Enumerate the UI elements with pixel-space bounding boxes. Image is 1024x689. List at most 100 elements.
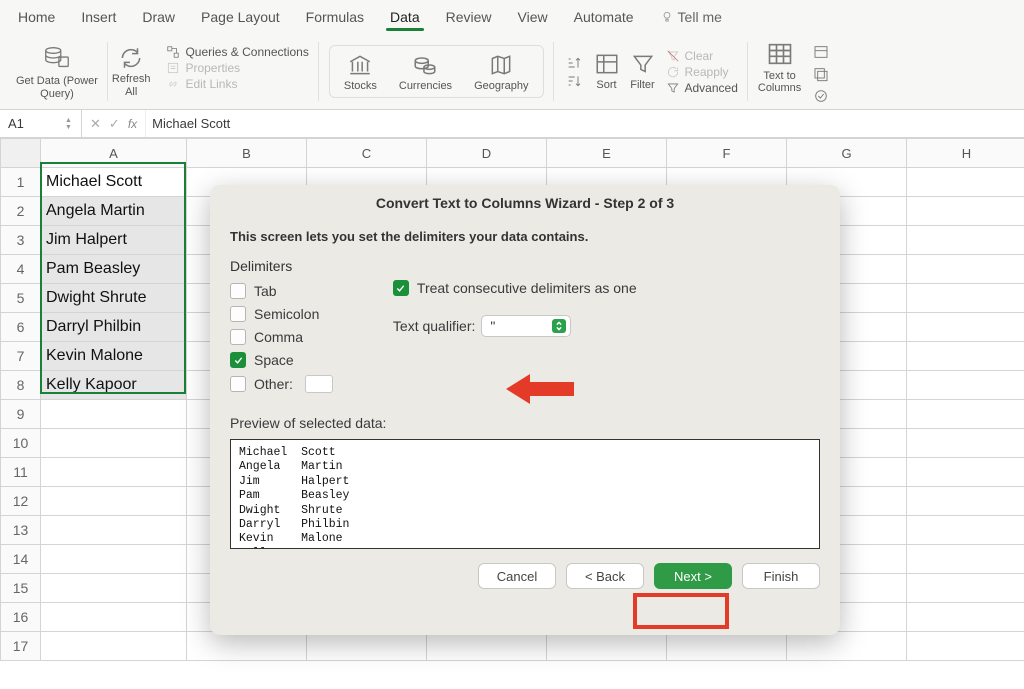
properties-button[interactable]: Properties — [166, 61, 308, 75]
remove-duplicates-icon[interactable] — [811, 66, 831, 82]
cell[interactable] — [41, 603, 187, 632]
col-header-a[interactable]: A — [41, 139, 187, 168]
clear-filter-button[interactable]: Clear — [666, 49, 738, 63]
cell[interactable] — [907, 487, 1024, 516]
enter-formula-icon[interactable]: ✓ — [109, 116, 120, 132]
cell[interactable] — [41, 574, 187, 603]
row-header[interactable]: 16 — [1, 603, 41, 632]
cell[interactable] — [41, 487, 187, 516]
delimiter-space-checkbox[interactable]: Space — [230, 352, 333, 368]
tab-insert[interactable]: Insert — [75, 6, 122, 28]
row-header[interactable]: 1 — [1, 168, 41, 197]
cell[interactable] — [547, 632, 667, 661]
cell[interactable] — [307, 632, 427, 661]
row-header[interactable]: 10 — [1, 429, 41, 458]
finish-button[interactable]: Finish — [742, 563, 820, 589]
row-header[interactable]: 3 — [1, 226, 41, 255]
cell[interactable]: Kevin Malone — [41, 342, 187, 371]
cell[interactable]: Kelly Kapoor — [41, 371, 187, 400]
cell[interactable]: Pam Beasley — [41, 255, 187, 284]
stocks-datatype-button[interactable]: Stocks — [344, 52, 377, 92]
row-header[interactable]: 4 — [1, 255, 41, 284]
queries-connections-button[interactable]: Queries & Connections — [166, 45, 308, 59]
row-header[interactable]: 5 — [1, 284, 41, 313]
col-header-d[interactable]: D — [427, 139, 547, 168]
advanced-filter-button[interactable]: Advanced — [666, 81, 738, 95]
fx-icon[interactable]: fx — [128, 117, 137, 131]
col-header-f[interactable]: F — [667, 139, 787, 168]
delimiter-comma-checkbox[interactable]: Comma — [230, 329, 333, 345]
col-header-e[interactable]: E — [547, 139, 667, 168]
tab-view[interactable]: View — [512, 6, 554, 28]
cell[interactable] — [907, 400, 1024, 429]
tab-home[interactable]: Home — [12, 6, 61, 28]
row-header[interactable]: 15 — [1, 574, 41, 603]
col-header-g[interactable]: G — [787, 139, 907, 168]
col-header-h[interactable]: H — [907, 139, 1024, 168]
col-header-c[interactable]: C — [307, 139, 427, 168]
next-button[interactable]: Next > — [654, 563, 732, 589]
tab-formulas[interactable]: Formulas — [300, 6, 370, 28]
back-button[interactable]: < Back — [566, 563, 644, 589]
treat-consecutive-checkbox[interactable]: Treat consecutive delimiters as one — [393, 280, 637, 296]
formula-input[interactable]: Michael Scott — [145, 110, 1024, 137]
text-qualifier-select[interactable]: " — [481, 315, 571, 337]
select-all-corner[interactable] — [1, 139, 41, 168]
cell[interactable] — [907, 574, 1024, 603]
tab-page-layout[interactable]: Page Layout — [195, 6, 286, 28]
filter-button[interactable]: Filter — [630, 51, 656, 91]
cell[interactable]: Michael Scott — [41, 168, 187, 197]
cell[interactable]: Darryl Philbin — [41, 313, 187, 342]
cell[interactable] — [41, 632, 187, 661]
row-header[interactable]: 11 — [1, 458, 41, 487]
cell[interactable] — [187, 632, 307, 661]
reapply-button[interactable]: Reapply — [666, 65, 738, 79]
cell[interactable] — [41, 458, 187, 487]
sort-desc-icon[interactable] — [564, 73, 584, 89]
row-header[interactable]: 17 — [1, 632, 41, 661]
cell[interactable] — [907, 458, 1024, 487]
edit-links-button[interactable]: Edit Links — [166, 77, 308, 91]
tellme-search[interactable]: Tell me — [654, 6, 728, 28]
row-header[interactable]: 6 — [1, 313, 41, 342]
refresh-all-button[interactable]: Refresh All — [112, 45, 151, 97]
delimiter-semicolon-checkbox[interactable]: Semicolon — [230, 306, 333, 322]
row-header[interactable]: 2 — [1, 197, 41, 226]
tab-draw[interactable]: Draw — [136, 6, 181, 28]
row-header[interactable]: 8 — [1, 371, 41, 400]
flash-fill-icon[interactable] — [811, 44, 831, 60]
cell[interactable] — [41, 400, 187, 429]
cell[interactable] — [41, 545, 187, 574]
delimiter-tab-checkbox[interactable]: Tab — [230, 283, 333, 299]
cell[interactable]: Angela Martin — [41, 197, 187, 226]
name-box-stepper[interactable]: ▲▼ — [65, 117, 75, 131]
cell[interactable] — [787, 632, 907, 661]
tab-automate[interactable]: Automate — [568, 6, 640, 28]
geography-datatype-button[interactable]: Geography — [474, 52, 528, 92]
delimiter-other-checkbox[interactable]: Other: — [230, 375, 333, 393]
cancel-button[interactable]: Cancel — [478, 563, 556, 589]
row-header[interactable]: 12 — [1, 487, 41, 516]
cell[interactable] — [907, 255, 1024, 284]
cell[interactable] — [907, 284, 1024, 313]
col-header-b[interactable]: B — [187, 139, 307, 168]
cell[interactable] — [41, 429, 187, 458]
row-header[interactable]: 13 — [1, 516, 41, 545]
text-to-columns-button[interactable]: Text to Columns — [758, 40, 801, 94]
cell[interactable] — [907, 371, 1024, 400]
cell[interactable] — [907, 632, 1024, 661]
cell[interactable] — [907, 168, 1024, 197]
name-box[interactable]: A1 ▲▼ — [0, 110, 82, 137]
cell[interactable] — [907, 313, 1024, 342]
cell[interactable] — [907, 226, 1024, 255]
sort-asc-icon[interactable] — [564, 55, 584, 71]
row-header[interactable]: 14 — [1, 545, 41, 574]
tab-review[interactable]: Review — [440, 6, 498, 28]
cell[interactable] — [907, 342, 1024, 371]
data-validation-icon[interactable] — [811, 88, 831, 104]
cell[interactable]: Dwight Shrute — [41, 284, 187, 313]
cell[interactable]: Jim Halpert — [41, 226, 187, 255]
cell[interactable] — [907, 545, 1024, 574]
cancel-formula-icon[interactable]: ✕ — [90, 116, 101, 132]
cell[interactable] — [907, 429, 1024, 458]
